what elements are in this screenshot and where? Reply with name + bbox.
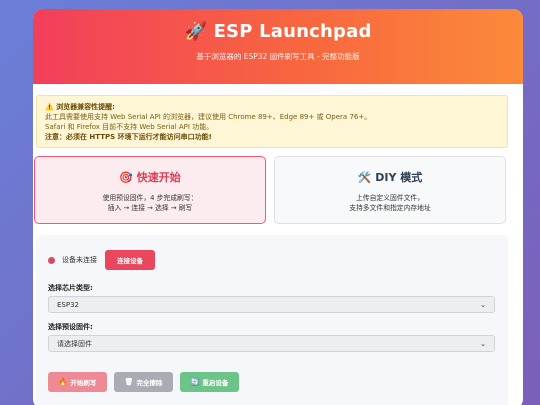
target-icon: 🎯	[119, 171, 133, 184]
chevron-down-icon: ⌄	[480, 300, 486, 309]
action-buttons: 🔥 开始刷写 🗑 完全擦除 🔄 重启设备	[48, 372, 496, 392]
reset-device-button[interactable]: 🔄 重启设备	[180, 372, 239, 392]
trash-icon: 🗑	[124, 378, 134, 386]
fire-icon: 🔥	[58, 378, 68, 386]
quick-start-title-text: 快速开始	[136, 171, 181, 184]
quick-start-title: 🎯 快速开始	[35, 169, 265, 185]
connection-status: 设备未连接	[62, 256, 97, 264]
chip-type-label: 选择芯片类型:	[48, 284, 93, 292]
header: 🚀 ESP Launchpad 基于浏览器的 ESP32 固件刷写工具 - 完整…	[33, 9, 523, 84]
rocket-icon: 🚀	[184, 21, 208, 42]
quick-start-desc-line-1: 使用预设固件，4 步完成刷写：	[102, 194, 198, 202]
title-text: ESP Launchpad	[213, 21, 372, 42]
diy-desc-line-1: 上传自定义固件文件，	[356, 194, 424, 202]
start-flash-label: 开始刷写	[70, 379, 97, 387]
warning-line-1: 此工具需要使用支持 Web Serial API 的浏览器，建议使用 Chrom…	[45, 113, 372, 121]
flash-panel: 设备未连接 连接设备 选择芯片类型: ESP32 ⌄ 选择预设固件: 请选择固件…	[36, 235, 508, 405]
diy-title: 🛠️ DIY 模式	[275, 169, 505, 185]
quick-start-mode-card[interactable]: 🎯 快速开始 使用预设固件，4 步完成刷写： 插入 → 连接 → 选择 → 刷写	[34, 156, 266, 224]
page-subtitle: 基于浏览器的 ESP32 固件刷写工具 - 完整功能版	[196, 52, 360, 61]
firmware-select[interactable]: 请选择固件 ⌄	[48, 335, 495, 352]
status-dot-icon	[48, 256, 55, 264]
chip-type-select[interactable]: ESP32 ⌄	[48, 296, 495, 313]
firmware-label: 选择预设固件:	[48, 323, 93, 331]
quick-start-description: 使用预设固件，4 步完成刷写： 插入 → 连接 → 选择 → 刷写	[35, 193, 265, 213]
chevron-down-icon: ⌄	[480, 339, 486, 348]
diy-desc-line-2: 支持多文件和指定内存地址	[349, 204, 431, 212]
warning-icon: ⚠️	[45, 103, 54, 111]
firmware-value: 请选择固件	[57, 339, 92, 348]
warning-title-text: 浏览器兼容性提醒:	[56, 103, 115, 111]
page-title: 🚀 ESP Launchpad	[33, 21, 523, 42]
tools-icon: 🛠️	[357, 171, 372, 184]
mode-selector: 🎯 快速开始 使用预设固件，4 步完成刷写： 插入 → 连接 → 选择 → 刷写…	[33, 156, 523, 230]
diy-description: 上传自定义固件文件， 支持多文件和指定内存地址	[275, 193, 505, 213]
full-erase-button[interactable]: 🗑 完全擦除	[114, 372, 173, 392]
warning-note: 注意：必须在 HTTPS 环境下运行才能访问串口功能!	[45, 133, 212, 141]
chip-type-value: ESP32	[57, 300, 79, 309]
start-flash-button[interactable]: 🔥 开始刷写	[48, 372, 107, 392]
quick-start-desc-line-2: 插入 → 连接 → 选择 → 刷写	[107, 204, 193, 212]
refresh-icon: 🔄	[190, 378, 200, 386]
full-erase-label: 完全擦除	[136, 379, 163, 387]
connection-row: 设备未连接 连接设备	[48, 250, 496, 270]
diy-mode-card[interactable]: 🛠️ DIY 模式 上传自定义固件文件， 支持多文件和指定内存地址	[274, 156, 506, 224]
browser-warning: ⚠️ 浏览器兼容性提醒: 此工具需要使用支持 Web Serial API 的浏…	[36, 95, 508, 148]
warning-title: ⚠️ 浏览器兼容性提醒:	[45, 102, 499, 112]
reset-device-label: 重启设备	[202, 379, 229, 387]
connect-device-button[interactable]: 连接设备	[105, 250, 155, 270]
diy-title-text: DIY 模式	[375, 171, 423, 184]
warning-line-2: Safari 和 Firefox 目前不支持 Web Serial API 功能…	[45, 123, 214, 131]
